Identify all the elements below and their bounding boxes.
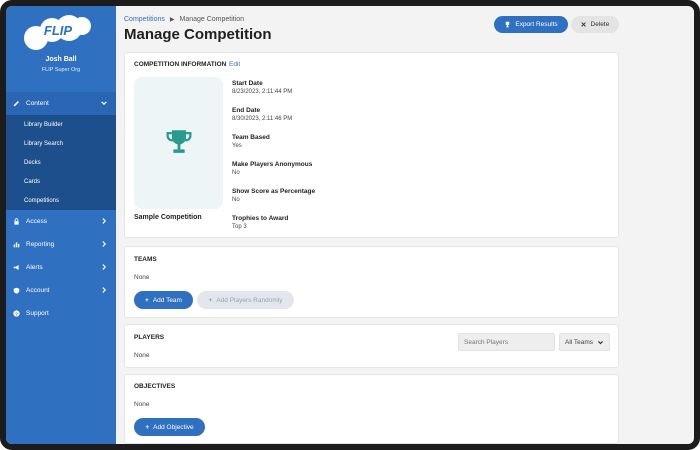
sidebar-item-label: Support xyxy=(26,310,49,317)
add-players-randomly-button[interactable]: + Add Players Randomly xyxy=(197,291,294,309)
question-icon: ? xyxy=(11,310,21,317)
players-title: PLAYERS xyxy=(134,334,165,341)
sidebar-subitem-competitions[interactable]: Competitions xyxy=(6,191,116,210)
user-name: Josh Ball xyxy=(45,56,77,63)
user-org: FLIP Super Org xyxy=(41,67,81,73)
teams-card: TEAMS None + Add Team + Add Players Rand… xyxy=(124,246,619,318)
sidebar-item-label: Access xyxy=(26,218,47,225)
sidebar-subitem-library-builder[interactable]: Library Builder xyxy=(6,115,116,134)
search-players-input[interactable] xyxy=(458,333,555,351)
players-empty-text: None xyxy=(134,352,150,359)
content-submenu: Library Builder Library Search Decks Car… xyxy=(6,115,116,210)
sidebar-item-label: Account xyxy=(26,287,50,294)
main-content: Competitions ▶ Manage Competition Manage… xyxy=(116,6,694,444)
field-value: No xyxy=(232,170,240,176)
sidebar-subitem-library-search[interactable]: Library Search xyxy=(6,134,116,153)
field-label: Start Date xyxy=(232,80,263,87)
sidebar-item-content[interactable]: Content xyxy=(6,92,116,115)
breadcrumb: Competitions ▶ Manage Competition xyxy=(124,16,244,23)
breadcrumb-link-competitions[interactable]: Competitions xyxy=(124,16,165,23)
plus-icon: + xyxy=(145,423,150,431)
field-anonymous: Make Players Anonymous No xyxy=(232,160,315,178)
objectives-title: OBJECTIVES xyxy=(134,383,176,390)
add-players-randomly-label: Add Players Randomly xyxy=(216,296,283,304)
delete-label: Delete xyxy=(590,21,610,28)
field-value: 8/30/2023, 2:11:46 PM xyxy=(232,116,293,122)
field-value: Top 3 xyxy=(232,224,247,230)
chevron-down-icon xyxy=(598,341,603,345)
sidebar-item-alerts[interactable]: Alerts xyxy=(6,256,116,279)
chevron-right-icon: ▶ xyxy=(169,17,175,23)
field-end-date: End Date 8/30/2023, 2:11:46 PM xyxy=(232,106,315,124)
sidebar-item-support[interactable]: ? Support xyxy=(6,302,116,325)
field-value: Yes xyxy=(232,143,242,149)
svg-text:?: ? xyxy=(15,311,18,317)
sidebar-item-label: Alerts xyxy=(26,264,43,271)
app-window: FLIP Josh Ball FLIP Super Org Content Li… xyxy=(0,0,700,450)
sidebar-subitem-decks[interactable]: Decks xyxy=(6,153,116,172)
sidebar-item-account[interactable]: Account xyxy=(6,279,116,302)
competition-name: Sample Competition xyxy=(134,214,202,221)
competition-image xyxy=(134,77,223,209)
plus-icon: + xyxy=(145,296,149,304)
field-label: Trophies to Award xyxy=(232,215,289,222)
bar-chart-icon xyxy=(11,241,21,248)
megaphone-icon xyxy=(11,264,21,271)
lock-icon xyxy=(11,218,21,225)
team-filter-value: All Teams xyxy=(565,338,594,346)
field-label: Team Based xyxy=(232,134,270,141)
delete-button[interactable]: ✕ Delete xyxy=(571,16,619,33)
field-label: Show Score as Percentage xyxy=(232,188,316,195)
chevron-down-icon xyxy=(101,101,107,106)
field-team-based: Team Based Yes xyxy=(232,133,315,151)
teams-empty-text: None xyxy=(134,274,150,281)
sidebar-subitem-cards[interactable]: Cards xyxy=(6,172,116,191)
plus-icon: + xyxy=(208,296,213,304)
sidebar-item-reporting[interactable]: Reporting xyxy=(6,233,116,256)
flip-logo[interactable]: FLIP xyxy=(22,12,92,52)
close-icon: ✕ xyxy=(580,21,587,29)
chevron-right-icon xyxy=(102,287,107,293)
competition-info-card: COMPETITION INFORMATION Edit Sample Comp… xyxy=(124,52,619,238)
sidebar-item-label: Content xyxy=(26,100,49,107)
export-results-button[interactable]: Export Results xyxy=(494,16,568,33)
export-results-label: Export Results xyxy=(515,21,558,28)
add-team-button[interactable]: + Add Team xyxy=(134,291,193,309)
field-start-date: Start Date 8/23/2023, 2:11:44 PM xyxy=(232,79,315,97)
pencil-icon xyxy=(11,100,21,107)
field-value: 8/23/2023, 2:11:44 PM xyxy=(232,89,293,95)
competition-fields: Start Date 8/23/2023, 2:11:44 PM End Dat… xyxy=(232,79,315,241)
add-objective-button[interactable]: + Add Objective xyxy=(134,418,205,436)
trophy-icon xyxy=(166,130,191,153)
svg-text:FLIP: FLIP xyxy=(44,23,72,38)
competition-info-title: COMPETITION INFORMATION xyxy=(134,61,227,68)
team-filter-select[interactable]: All Teams xyxy=(559,333,610,351)
sidebar-item-access[interactable]: Access xyxy=(6,210,116,233)
add-objective-label: Add Objective xyxy=(153,423,194,431)
players-card: PLAYERS None All Teams xyxy=(124,324,619,368)
chevron-right-icon xyxy=(102,264,107,270)
sidebar: FLIP Josh Ball FLIP Super Org Content Li… xyxy=(6,6,116,444)
trophy-icon xyxy=(506,21,510,28)
field-value: No xyxy=(232,197,240,203)
teams-title: TEAMS xyxy=(134,256,157,263)
field-label: Make Players Anonymous xyxy=(232,161,313,168)
chevron-right-icon xyxy=(102,241,107,247)
add-team-label: Add Team xyxy=(152,296,182,304)
objectives-empty-text: None xyxy=(134,401,150,408)
sidebar-nav: Content Library Builder Library Search D… xyxy=(6,92,116,325)
field-score-percentage: Show Score as Percentage No xyxy=(232,187,315,205)
shield-icon xyxy=(11,287,21,294)
edit-link[interactable]: Edit xyxy=(229,61,240,68)
objectives-card: OBJECTIVES None + Add Objective xyxy=(124,374,619,444)
sidebar-item-label: Reporting xyxy=(26,241,55,248)
field-label: End Date xyxy=(232,107,261,114)
field-trophies: Trophies to Award Top 3 xyxy=(232,214,315,232)
chevron-right-icon xyxy=(102,218,107,224)
breadcrumb-current: Manage Competition xyxy=(179,16,245,23)
page-title: Manage Competition xyxy=(124,26,272,43)
